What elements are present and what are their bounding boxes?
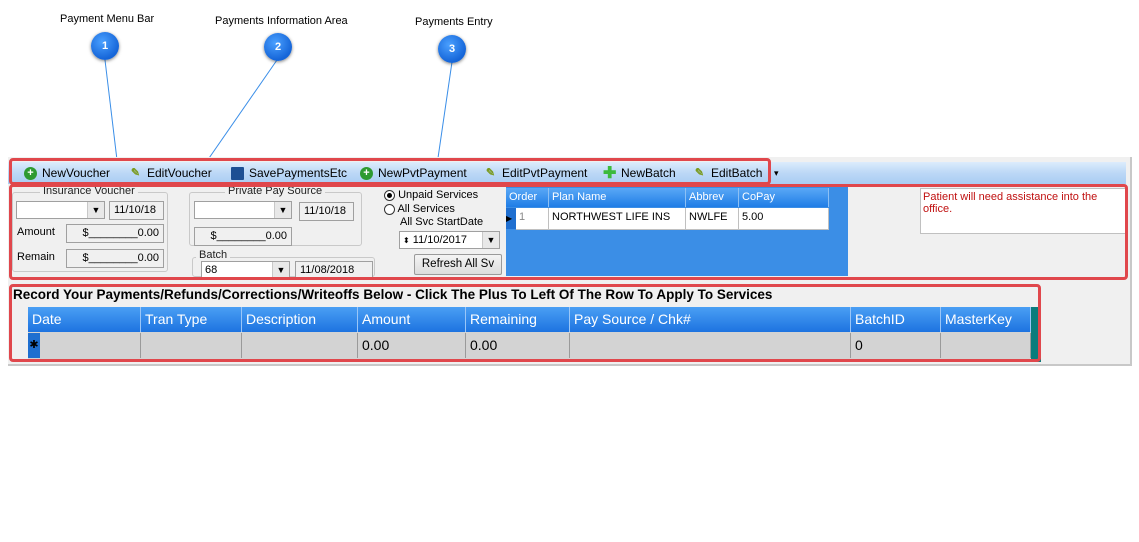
callout-badge-2: 2 [264, 33, 292, 61]
callout-badge-3: 3 [438, 35, 466, 63]
callout-label-info-area: Payments Information Area [215, 15, 348, 27]
callout-label-menu-bar: Payment Menu Bar [60, 13, 155, 25]
highlight-info-area [9, 184, 1128, 280]
highlight-payments-entry [9, 284, 1041, 362]
callout-badge-1: 1 [91, 32, 119, 60]
menu-overflow-chevron-icon[interactable]: ▾ [774, 168, 779, 179]
callout-label-payments-entry: Payments Entry [415, 16, 493, 28]
highlight-menu-bar [9, 158, 771, 185]
